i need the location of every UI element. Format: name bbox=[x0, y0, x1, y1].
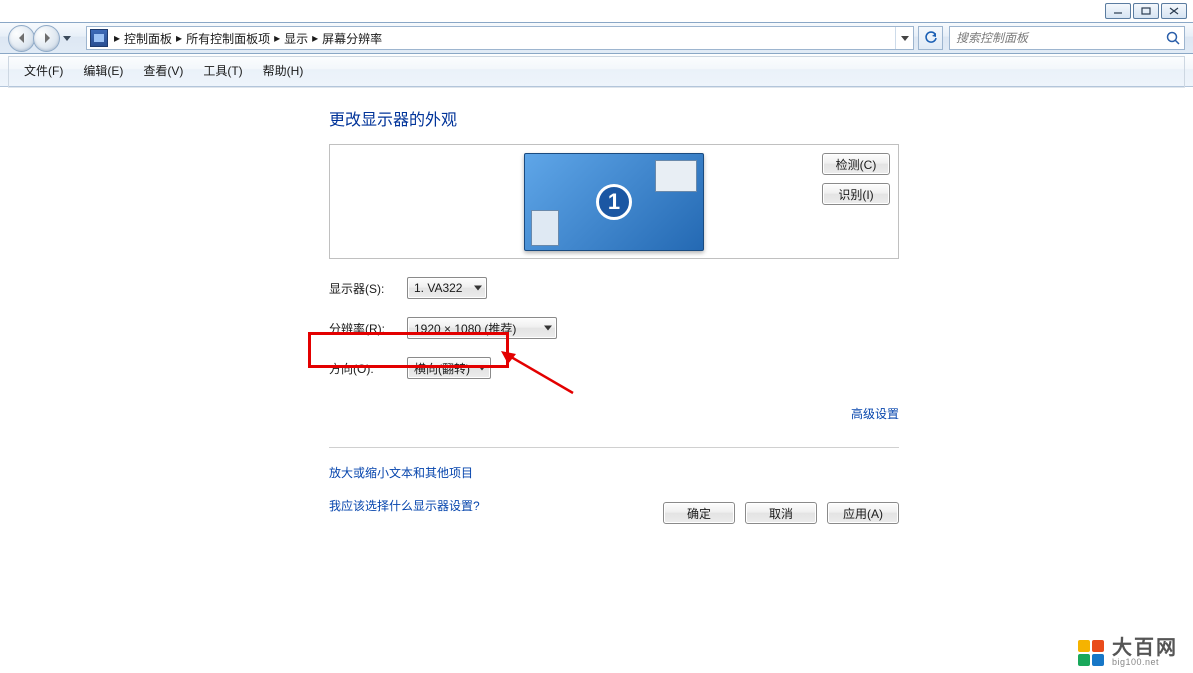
identify-button[interactable]: 识别(I) bbox=[822, 183, 890, 205]
chevron-down-icon bbox=[478, 366, 486, 371]
breadcrumb-sep: ▸ bbox=[309, 31, 321, 45]
navigation-bar: ▸ 控制面板 ▸ 所有控制面板项 ▸ 显示 ▸ 屏幕分辨率 bbox=[0, 22, 1193, 54]
search-box[interactable] bbox=[949, 26, 1185, 50]
display-row: 显示器(S): 1. VA322 bbox=[329, 277, 899, 299]
watermark-logo-icon bbox=[1078, 640, 1104, 666]
breadcrumb-all[interactable]: 所有控制面板项 bbox=[185, 30, 271, 47]
display-combo[interactable]: 1. VA322 bbox=[407, 277, 487, 299]
orientation-label: 方向(O): bbox=[329, 360, 407, 377]
breadcrumb-sep: ▸ bbox=[271, 31, 283, 45]
control-panel-icon bbox=[90, 29, 108, 47]
chevron-down-icon bbox=[474, 286, 482, 291]
chevron-down-icon bbox=[544, 326, 552, 331]
main-panel: 更改显示器的外观 1 检测(C) 识别(I) 显示器(S): 1. VA322 … bbox=[329, 106, 899, 514]
watermark-en: big100.net bbox=[1112, 658, 1178, 667]
breadcrumb-sep: ▸ bbox=[173, 31, 185, 45]
mini-window-icon bbox=[655, 160, 697, 192]
maximize-button[interactable] bbox=[1133, 3, 1159, 19]
breadcrumb-sep: ▸ bbox=[111, 31, 123, 45]
search-icon bbox=[1165, 30, 1181, 46]
menu-tools[interactable]: 工具(T) bbox=[193, 58, 252, 83]
refresh-button[interactable] bbox=[918, 26, 943, 50]
menu-file[interactable]: 文件(F) bbox=[14, 58, 73, 83]
orientation-row: 方向(O): 横向(翻转) bbox=[329, 357, 899, 379]
advanced-row: 高级设置 bbox=[329, 397, 899, 433]
content-area: 更改显示器的外观 1 检测(C) 识别(I) 显示器(S): 1. VA322 … bbox=[8, 87, 1185, 673]
apply-button[interactable]: 应用(A) bbox=[827, 502, 899, 524]
cancel-button[interactable]: 取消 bbox=[745, 502, 817, 524]
monitor-preview-box: 1 检测(C) 识别(I) bbox=[329, 144, 899, 259]
close-button[interactable] bbox=[1161, 3, 1187, 19]
breadcrumb-root[interactable]: 控制面板 bbox=[123, 30, 173, 47]
divider bbox=[329, 447, 899, 448]
detect-button[interactable]: 检测(C) bbox=[822, 153, 890, 175]
menu-edit[interactable]: 编辑(E) bbox=[73, 58, 133, 83]
window-controls bbox=[1105, 0, 1193, 22]
display-value: 1. VA322 bbox=[414, 281, 462, 295]
watermark-text: 大百网 big100.net bbox=[1112, 638, 1178, 667]
forward-button[interactable] bbox=[33, 25, 60, 52]
text-size-link[interactable]: 放大或缩小文本和其他项目 bbox=[329, 464, 899, 481]
advanced-settings-link[interactable]: 高级设置 bbox=[851, 405, 899, 422]
resolution-row: 分辨率(R): 1920 × 1080 (推荐) bbox=[329, 317, 899, 339]
action-buttons: 确定 取消 应用(A) bbox=[329, 502, 899, 524]
monitor-number: 1 bbox=[596, 184, 632, 220]
resolution-combo[interactable]: 1920 × 1080 (推荐) bbox=[407, 317, 557, 339]
resolution-value: 1920 × 1080 (推荐) bbox=[414, 320, 516, 337]
ok-button[interactable]: 确定 bbox=[663, 502, 735, 524]
preview-side-buttons: 检测(C) 识别(I) bbox=[822, 153, 890, 205]
display-label: 显示器(S): bbox=[329, 280, 407, 297]
orientation-combo[interactable]: 横向(翻转) bbox=[407, 357, 491, 379]
orientation-value: 横向(翻转) bbox=[414, 360, 470, 377]
back-button[interactable] bbox=[8, 25, 35, 52]
breadcrumb-display[interactable]: 显示 bbox=[283, 30, 309, 47]
page-title: 更改显示器的外观 bbox=[329, 106, 899, 130]
mini-window-icon bbox=[531, 210, 559, 246]
nav-buttons bbox=[0, 24, 82, 52]
monitor-thumbnail[interactable]: 1 bbox=[524, 153, 704, 251]
menu-help[interactable]: 帮助(H) bbox=[253, 58, 314, 83]
search-input[interactable] bbox=[950, 27, 1162, 49]
minimize-button[interactable] bbox=[1105, 3, 1131, 19]
nav-history-dropdown[interactable] bbox=[60, 24, 74, 52]
resolution-label: 分辨率(R): bbox=[329, 320, 407, 337]
menu-view[interactable]: 查看(V) bbox=[133, 58, 193, 83]
address-bar[interactable]: ▸ 控制面板 ▸ 所有控制面板项 ▸ 显示 ▸ 屏幕分辨率 bbox=[86, 26, 914, 50]
watermark-cn: 大百网 bbox=[1112, 638, 1178, 658]
address-dropdown[interactable] bbox=[895, 27, 913, 49]
watermark: 大百网 big100.net bbox=[1078, 638, 1178, 667]
breadcrumb-leaf[interactable]: 屏幕分辨率 bbox=[321, 30, 383, 47]
menu-bar: 文件(F) 编辑(E) 查看(V) 工具(T) 帮助(H) bbox=[0, 54, 1193, 87]
